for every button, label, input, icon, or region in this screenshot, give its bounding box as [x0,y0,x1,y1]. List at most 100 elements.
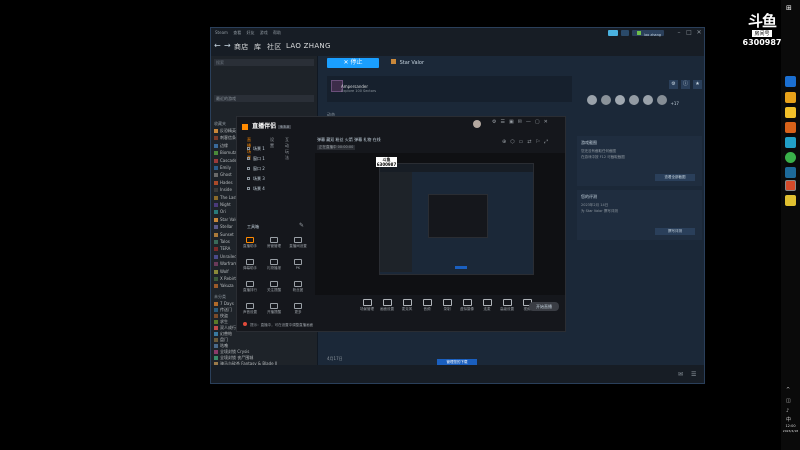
game-icon [214,314,218,318]
control-button[interactable]: 高级设置 [497,299,517,312]
windows-start-icon[interactable]: ⊞ [786,4,792,12]
forward-arrow-icon[interactable]: → [224,41,231,50]
menu-view[interactable]: 查看 [233,30,241,35]
preview-toolbar-icons[interactable]: ⊕⬡▭⇄⚐⤢ [502,139,552,145]
game-icon [214,332,218,336]
write-review-button[interactable]: 撰写评测 [655,228,695,235]
scene-item[interactable]: 场景 1 [247,145,307,153]
game-icon [391,59,396,64]
toolbox-item[interactable]: 房管管理 [265,237,283,249]
library-search-input[interactable]: 搜索 [214,59,314,66]
control-button[interactable]: 虚拟摄像 [457,299,477,312]
window-controls[interactable]: ⚙☰▣✉—▢✕ [492,119,552,125]
control-button[interactable]: 场景管理 [357,299,377,312]
nav-library[interactable]: 库 [254,42,261,52]
menu-friends[interactable]: 好友 [246,30,254,35]
scene-item[interactable]: 场景 4 [247,185,307,193]
achievement-desc: Explore 100 Sectors [341,89,377,93]
control-button[interactable]: 麦克风 [397,299,417,312]
scene-item[interactable]: 窗口 1 [247,155,307,163]
taskbar-app-icon[interactable] [785,137,796,148]
taskbar-app-icon[interactable] [785,92,796,103]
current-game[interactable]: Star Valor [391,59,424,66]
game-icon [214,210,218,215]
scene-item[interactable]: 场景 3 [247,175,307,183]
control-button[interactable]: 画面设置 [377,299,397,312]
toolbox-item[interactable]: 直播间设置 [289,237,307,249]
scene-checkbox-icon[interactable] [247,187,250,190]
nav-store[interactable]: 商店 [234,42,249,52]
taskbar-chrome-icon[interactable] [785,152,796,163]
menu-steam[interactable]: Steam [215,30,228,35]
game-icon [214,308,218,312]
taskbar-app-icon[interactable] [785,122,796,133]
nav-user[interactable]: LAO ZHANG [286,42,331,50]
game-icon [214,254,218,259]
library-item-label: 侠盗 [220,313,228,318]
taskbar-folder-icon[interactable] [785,107,796,118]
scene-checkbox-icon[interactable] [247,177,250,180]
nav-community[interactable]: 社区 [267,42,282,52]
control-label: 高级设置 [500,307,514,311]
library-item-label: 求生 [220,319,228,324]
scene-item[interactable]: 窗口 2 [247,165,307,173]
control-label: 录制 [443,307,451,311]
control-button[interactable]: 录制 [437,299,457,312]
gear-icon[interactable]: ⚙ [669,80,678,89]
game-icon [214,129,218,133]
library-item-label: Unrailed [220,253,237,259]
taskbar-steam-icon[interactable] [785,167,796,178]
account-name: lao zhang [644,33,662,37]
taskbar-app-icon[interactable] [785,195,796,206]
favorite-star-icon[interactable]: ★ [693,80,702,89]
nested-download-button [455,266,467,269]
toolbox-item[interactable]: 关注提醒 [265,281,283,293]
control-label: 连麦 [483,307,491,311]
chat-icon[interactable]: ☰ [691,371,696,378]
broadcast-icon[interactable] [621,30,629,36]
scene-checkbox-icon[interactable] [247,147,250,150]
toolbox-item[interactable]: 弹幕助手 [241,259,259,271]
taskbar-app-icon[interactable] [785,76,796,87]
toolbox-edit-icon[interactable]: ✎ [299,222,304,229]
start-stream-button[interactable]: 开始直播 [529,302,559,311]
view-screenshots-button[interactable]: 查看全部截图 [655,174,695,181]
tray-network-icon[interactable]: ◫ [786,398,791,404]
taskbar-clock[interactable]: 12:00 2023/4/18 [781,424,800,434]
tray-volume-icon[interactable]: ♪ [786,408,789,414]
toolbox-item[interactable]: 礼物播报 [265,259,283,271]
tool-icon [270,281,278,287]
toolbox-item[interactable]: 声音设置 [241,303,259,315]
menu-games[interactable]: 游戏 [260,30,268,35]
user-avatar[interactable] [473,120,481,128]
toolbox-item[interactable]: 更多 [289,303,307,315]
scene-checkbox-icon[interactable] [247,167,250,170]
tool-icon [270,259,278,265]
taskbar-streaming-icon[interactable] [785,180,796,191]
menu-help[interactable]: 帮助 [273,30,281,35]
control-button[interactable]: 音频 [417,299,437,312]
toolbox-item[interactable]: PK [289,259,307,270]
library-filter-dropdown[interactable]: 最近的游戏 [214,95,314,102]
tray-lang[interactable]: 中 [786,416,791,423]
game-icon [214,136,218,141]
control-button[interactable]: 连麦 [477,299,497,312]
maximize-icon[interactable]: □ [685,29,693,37]
stop-button[interactable]: ✕ 停止 [327,58,379,68]
minimize-icon[interactable]: – [675,29,683,37]
game-icon [214,284,218,289]
scene-checkbox-icon[interactable] [247,157,250,160]
close-icon[interactable]: ✕ [695,29,703,37]
notification-icon[interactable] [608,30,618,36]
toolbox-item[interactable]: 粉丝团 [289,281,307,293]
friends-chat-icon[interactable]: ✉ [678,371,683,378]
account-menu[interactable]: lao zhang [632,30,664,37]
back-arrow-icon[interactable]: ← [214,41,221,50]
review-text: 为 Star Valor 撰写评测 [581,209,618,213]
douyu-logo: 斗鱼 [747,12,777,30]
info-icon[interactable]: ⓘ [681,80,690,89]
tray-chevron-icon[interactable]: ^ [786,387,790,393]
toolbox-item[interactable]: 开播提醒 [265,303,283,315]
toolbox-item[interactable]: 直播排行 [241,281,259,293]
toolbox-item[interactable]: 直播助手 [241,237,259,249]
